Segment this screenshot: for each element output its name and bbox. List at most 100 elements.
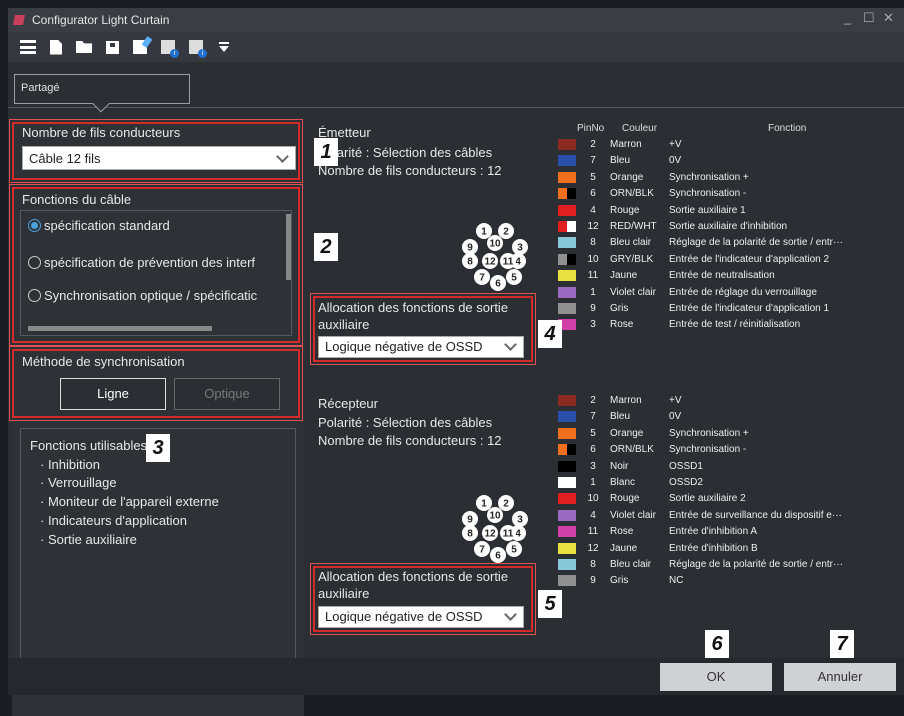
receiver-polarity: Polarité : Sélection des câbles <box>318 415 493 430</box>
pin-function: Sortie auxiliaire 2 <box>669 493 746 505</box>
pin-row: 9 Gris NC <box>557 574 897 588</box>
pin-row: 11 Jaune Entrée de neutralisation <box>557 269 897 283</box>
ok-button[interactable]: OK <box>660 663 772 691</box>
wire-color-name: Bleu clair <box>610 559 652 570</box>
minimize-icon[interactable]: _ <box>844 10 851 25</box>
wire-color-name: Orange <box>610 427 644 439</box>
color-header: Couleur <box>622 123 658 134</box>
pin-row: 1 Violet clair Entrée de réglage du verrou… <box>557 285 897 299</box>
pin-number: 6 <box>590 444 596 456</box>
connector-pin: 1 <box>476 495 492 511</box>
info-button[interactable] <box>154 34 182 60</box>
more-button[interactable] <box>210 34 238 60</box>
wire-color-swatch <box>558 427 576 439</box>
horizontal-scrollbar[interactable] <box>28 326 212 331</box>
connector-pin: 11 <box>500 525 516 541</box>
pin-row: 7 Bleu 0V <box>557 410 897 424</box>
wire-color-name: Bleu <box>610 411 631 423</box>
pin-function: Synchronisation - <box>669 188 747 200</box>
pin-row: 7 Bleu 0V <box>557 154 897 168</box>
maximize-icon[interactable]: ☐ <box>863 10 875 26</box>
wire-color-swatch <box>558 303 576 314</box>
pin-number: 8 <box>590 559 596 570</box>
receiver-alloc-select[interactable]: Logique négative de OSSD <box>318 606 524 628</box>
chevron-down-icon <box>504 608 517 621</box>
pin-number: 1 <box>590 286 596 298</box>
emitter-alloc-select[interactable]: Logique négative de OSSD <box>318 336 524 358</box>
save-icon <box>105 40 119 54</box>
svg-text:12: 12 <box>484 257 496 268</box>
svg-text:10: 10 <box>489 239 501 250</box>
wire-color-name: Bleu <box>610 155 631 167</box>
pin-number: 12 <box>587 542 599 554</box>
pin-row: 9 Gris Entrée de l'indicateur d'applicatio… <box>557 302 897 315</box>
receiver-title: Récepteur <box>318 396 378 411</box>
pin-number: 2 <box>590 395 596 406</box>
pin-number: 11 <box>587 270 599 282</box>
pin-function: Entrée d'inhibition B <box>669 542 758 554</box>
pin-row: 6 ORN/BLK Synchronisation - <box>557 443 897 457</box>
pin-function: +V <box>669 395 682 406</box>
pin-row: 10 Rouge Sortie auxiliaire 2 <box>557 492 897 506</box>
pin-row: 4 Rouge Sortie auxiliaire 1 <box>557 203 897 217</box>
wire-color-name: Rose <box>610 319 634 331</box>
pin-row: 3 Noir OSSD1 <box>557 459 897 473</box>
chevron-down-icon <box>504 338 517 351</box>
edit-icon <box>133 40 147 54</box>
svg-text:7: 7 <box>479 273 485 284</box>
edit-button[interactable] <box>126 34 154 60</box>
app-window: Configurator Light Curtain _ ☐ ✕ Partagé… <box>8 8 904 716</box>
emitter-polarity: Polarité : Sélection des câbles <box>318 145 493 160</box>
pin-row: 6 ORN/BLK Synchronisation - <box>557 187 897 201</box>
cancel-button[interactable]: Annuler <box>784 663 896 691</box>
pin-row: 5 Orange Synchronisation + <box>557 426 897 440</box>
svg-text:1: 1 <box>481 499 487 510</box>
save-button[interactable] <box>98 34 126 60</box>
cable-option-interference[interactable]: spécification de prévention des interf <box>28 255 286 270</box>
toolbar <box>8 32 904 62</box>
wire-color-name: Rouge <box>610 204 640 216</box>
svg-text:11: 11 <box>503 529 514 540</box>
connector-pin: 5 <box>506 269 522 285</box>
pin-function: +V <box>669 139 682 150</box>
pin-number: 5 <box>590 427 596 439</box>
new-file-button[interactable] <box>42 34 70 60</box>
pin-number: 3 <box>590 319 596 331</box>
wire-color-swatch <box>558 139 576 150</box>
cable-option-optical[interactable]: Synchronisation optique / spécificatic <box>28 288 286 303</box>
pin-number: 10 <box>587 493 599 505</box>
connector-pin: 12 <box>482 525 498 541</box>
connector-pin: 7 <box>474 541 490 557</box>
connector-pin: 9 <box>462 511 478 527</box>
sync-line-button[interactable]: Ligne <box>60 378 166 410</box>
function-header: Fonction <box>768 123 807 134</box>
usable-item: · Sortie auxiliaire <box>40 532 137 547</box>
connector-pin: 2 <box>498 495 514 511</box>
connector-pin: 2 <box>498 223 514 239</box>
folder-icon <box>76 41 92 53</box>
close-icon[interactable]: ✕ <box>883 10 894 26</box>
wire-color-swatch <box>558 188 576 200</box>
open-button[interactable] <box>70 34 98 60</box>
cable-option-standard[interactable]: spécification standard <box>28 218 286 233</box>
wires-select[interactable]: Câble 12 fils <box>22 146 296 170</box>
callout-3: 3 <box>146 434 170 462</box>
tab-shared[interactable]: Partagé <box>14 74 190 113</box>
connector-pin: 3 <box>512 239 528 255</box>
sync-optical-button[interactable]: Optique <box>174 378 280 410</box>
connector-pin: 8 <box>462 525 478 541</box>
pin-function: Sortie auxiliaire 1 <box>669 204 746 216</box>
emitter-wire-count: Nombre de fils conducteurs : 12 <box>318 163 502 178</box>
new-file-icon <box>50 39 62 55</box>
info2-button[interactable] <box>182 34 210 60</box>
emitter-alloc-value: Logique négative de OSSD <box>325 339 483 354</box>
vertical-scrollbar[interactable] <box>286 214 291 280</box>
connector-pin: 6 <box>490 275 506 291</box>
pin-function: OSSD2 <box>669 477 703 488</box>
menu-button[interactable] <box>14 34 42 60</box>
svg-text:5: 5 <box>511 273 517 284</box>
pin-function: Sortie auxiliaire d'inhibition <box>669 221 788 232</box>
title-bar: Configurator Light Curtain _ ☐ ✕ <box>8 8 904 32</box>
connector-pin: 12 <box>482 253 498 269</box>
pin-row: 8 Bleu clair Réglage de la polarité de sor… <box>557 558 897 571</box>
